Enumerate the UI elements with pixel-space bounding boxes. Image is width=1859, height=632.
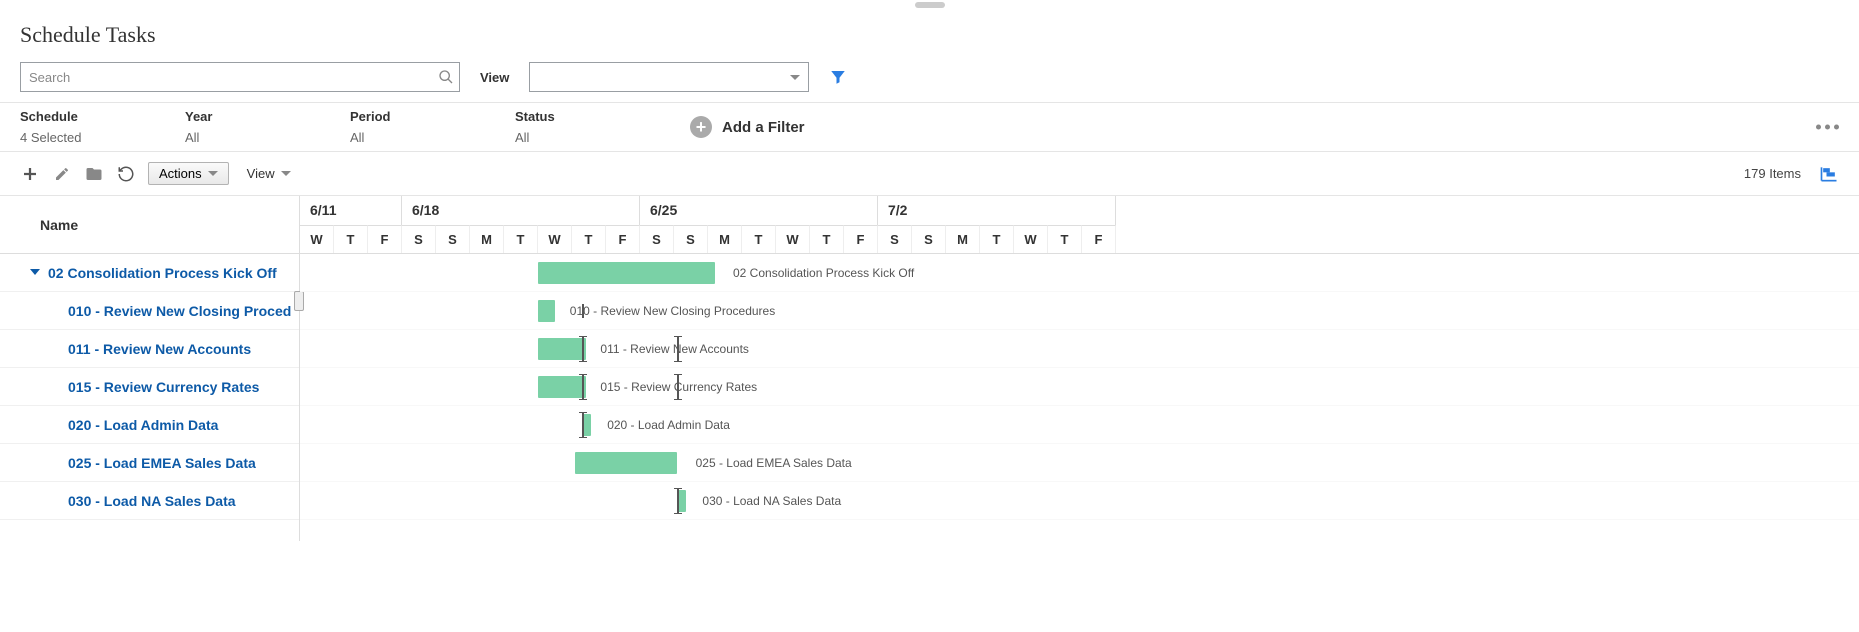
day-header-cell: F (1082, 225, 1116, 254)
day-header-cell: S (878, 225, 912, 254)
gantt-bar-label: 010 - Review New Closing Procedures (562, 292, 775, 330)
view-select[interactable] (529, 62, 809, 92)
week-header-cell: 6/11 (300, 196, 402, 225)
add-icon[interactable] (20, 164, 40, 184)
week-header-cell: 6/18 (402, 196, 640, 225)
gantt-row: 020 - Load Admin Data (300, 406, 1859, 444)
gantt-row: 015 - Review Currency Rates (300, 368, 1859, 406)
filter-col-status[interactable]: Status All (515, 109, 680, 145)
gantt-bar-label: 015 - Review Currency Rates (592, 368, 757, 406)
task-row[interactable]: 030 - Load NA Sales Data (0, 482, 299, 520)
day-header-cell: S (436, 225, 470, 254)
task-row[interactable]: 015 - Review Currency Rates (0, 368, 299, 406)
gantt-row: 030 - Load NA Sales Data (300, 482, 1859, 520)
dependency-marker (582, 336, 584, 362)
gantt-bar-label: 020 - Load Admin Data (599, 406, 730, 444)
day-header-cell: W (1014, 225, 1048, 254)
chevron-down-icon (790, 75, 800, 80)
task-row[interactable]: 02 Consolidation Process Kick Off (0, 254, 299, 292)
filter-bar: Schedule 4 Selected Year All Period All … (0, 102, 1859, 152)
gantt-bar[interactable] (538, 300, 555, 322)
page-title: Schedule Tasks (0, 8, 1859, 62)
gantt-bar[interactable] (538, 376, 586, 398)
day-header-cell: M (708, 225, 742, 254)
gantt-bar[interactable] (575, 452, 677, 474)
task-tree: 02 Consolidation Process Kick Off 010 - R… (0, 254, 299, 541)
gantt-row: 025 - Load EMEA Sales Data (300, 444, 1859, 482)
task-label: 02 Consolidation Process Kick Off (48, 265, 277, 281)
gantt-bar-label: 025 - Load EMEA Sales Data (688, 444, 852, 482)
day-header-cell: T (810, 225, 844, 254)
task-label: 020 - Load Admin Data (68, 417, 218, 433)
gantt-row: 02 Consolidation Process Kick Off (300, 254, 1859, 292)
toolbar: Actions View 179 Items (0, 152, 1859, 196)
filter-col-year[interactable]: Year All (185, 109, 350, 145)
refresh-icon[interactable] (116, 164, 136, 184)
day-header-cell: W (300, 225, 334, 254)
gantt-bar-label: 011 - Review New Accounts (592, 330, 749, 368)
search-input[interactable] (20, 62, 460, 92)
dependency-marker (582, 412, 584, 438)
task-label: 010 - Review New Closing Proced (68, 303, 291, 319)
gantt-row: 011 - Review New Accounts (300, 330, 1859, 368)
dependency-marker (582, 374, 584, 400)
chevron-down-icon (208, 171, 218, 176)
day-header-cell: T (334, 225, 368, 254)
search-wrap (20, 62, 460, 92)
filter-icon[interactable] (829, 68, 847, 86)
task-list-pane: Name 02 Consolidation Process Kick Off 01… (0, 196, 300, 541)
day-header-cell: F (844, 225, 878, 254)
gantt-pane: 6/116/186/257/2 WTFSSMTWTFSSMTWTFSSMTWTF… (300, 196, 1859, 541)
week-header-cell: 7/2 (878, 196, 1116, 225)
view-menu-button[interactable]: View (241, 163, 297, 184)
name-column-header[interactable]: Name (0, 196, 299, 254)
actions-button[interactable]: Actions (148, 162, 229, 185)
day-header-cell: T (980, 225, 1014, 254)
plus-circle-icon: + (690, 116, 712, 138)
task-row[interactable]: 020 - Load Admin Data (0, 406, 299, 444)
add-filter[interactable]: + Add a Filter (690, 109, 805, 145)
day-header-cell: S (640, 225, 674, 254)
day-header-cell: F (368, 225, 402, 254)
day-header-cell: T (504, 225, 538, 254)
day-header-cell: W (538, 225, 572, 254)
day-header-cell: T (572, 225, 606, 254)
day-header-cell: F (606, 225, 640, 254)
task-label: 030 - Load NA Sales Data (68, 493, 236, 509)
day-header-cell: S (402, 225, 436, 254)
day-header-cell: W (776, 225, 810, 254)
search-icon[interactable] (438, 69, 454, 85)
more-menu-icon[interactable] (1816, 125, 1839, 130)
folder-icon[interactable] (84, 164, 104, 184)
task-row[interactable]: 025 - Load EMEA Sales Data (0, 444, 299, 482)
gantt-view-icon[interactable] (1819, 164, 1839, 184)
day-header-cell: M (470, 225, 504, 254)
items-count: 179 Items (1744, 166, 1801, 181)
gantt-header: 6/116/186/257/2 WTFSSMTWTFSSMTWTFSSMTWTF (300, 196, 1859, 254)
gantt-bar[interactable] (538, 262, 715, 284)
day-header-cell: S (912, 225, 946, 254)
dependency-marker (677, 488, 679, 514)
gantt-row: 010 - Review New Closing Procedures (300, 292, 1859, 330)
gantt-bar-label: 030 - Load NA Sales Data (694, 482, 841, 520)
day-header-cell: M (946, 225, 980, 254)
filter-col-schedule[interactable]: Schedule 4 Selected (20, 109, 185, 145)
task-label: 015 - Review Currency Rates (68, 379, 259, 395)
collapse-icon[interactable] (30, 269, 40, 275)
task-row[interactable]: 011 - Review New Accounts (0, 330, 299, 368)
gantt-body[interactable]: 02 Consolidation Process Kick Off010 - R… (300, 254, 1859, 520)
view-label: View (480, 70, 509, 85)
gantt-bar[interactable] (538, 338, 586, 360)
day-header-cell: T (742, 225, 776, 254)
week-header-cell: 6/25 (640, 196, 878, 225)
chevron-down-icon (281, 171, 291, 176)
edit-icon[interactable] (52, 164, 72, 184)
task-label: 025 - Load EMEA Sales Data (68, 455, 256, 471)
day-header-cell: S (674, 225, 708, 254)
gantt-bar-label: 02 Consolidation Process Kick Off (725, 254, 914, 292)
task-label: 011 - Review New Accounts (68, 341, 251, 357)
task-row[interactable]: 010 - Review New Closing Proced (0, 292, 299, 330)
day-header-cell: T (1048, 225, 1082, 254)
filter-col-period[interactable]: Period All (350, 109, 515, 145)
